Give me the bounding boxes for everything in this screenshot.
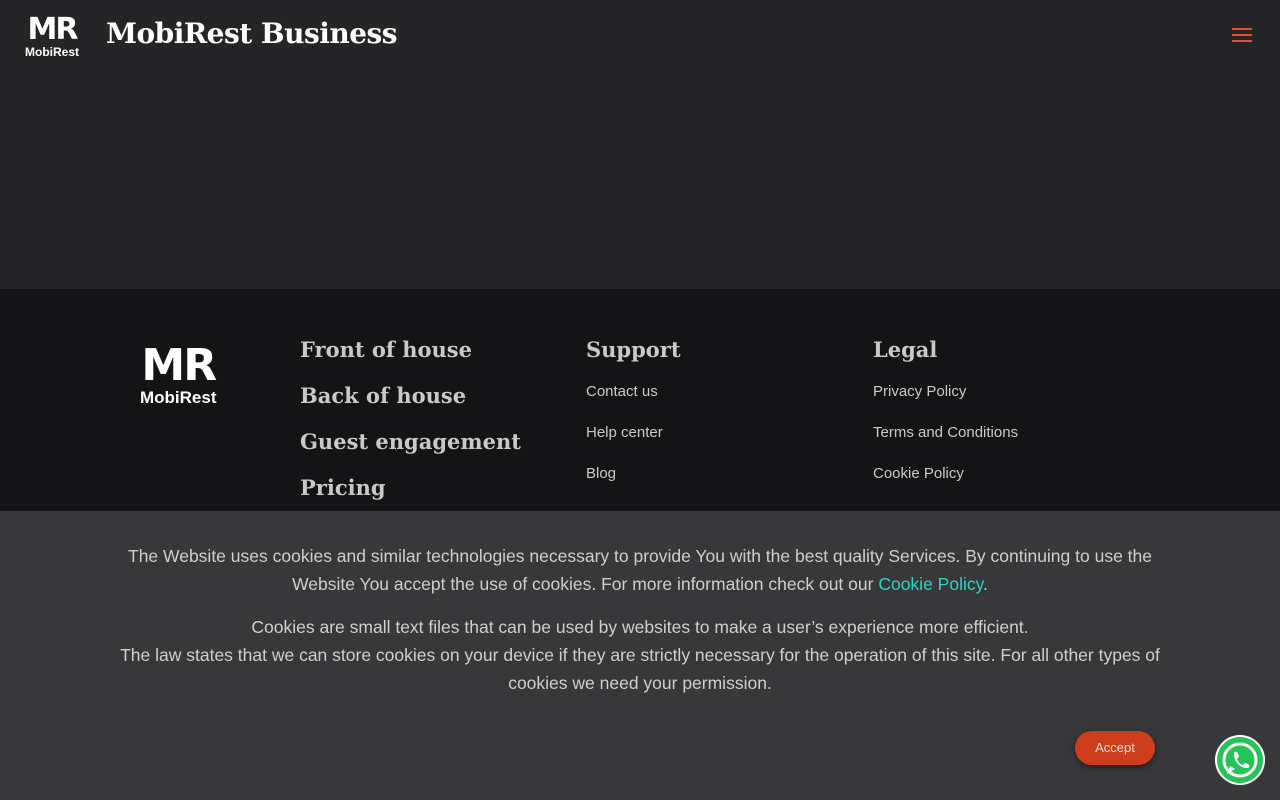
footer-link-blog[interactable]: Blog [586,465,681,506]
footer-link-terms[interactable]: Terms and Conditions [873,424,1018,465]
footer-link-privacy-policy[interactable]: Privacy Policy [873,383,1018,424]
footer-link-back-of-house[interactable]: Back of house [300,383,521,429]
accept-cookies-button[interactable]: Accept [1075,731,1155,765]
footer-support: Support Contact us Help center Blog [586,337,681,506]
footer-logo[interactable]: MR MobiRest [140,340,217,407]
cookie-policy-link[interactable]: Cookie Policy [878,574,983,594]
footer-link-help-center[interactable]: Help center [586,424,681,465]
footer-nav: Front of house Back of house Guest engag… [300,337,521,521]
logo-mark: MR [27,12,79,47]
footer-link-cookie-policy[interactable]: Cookie Policy [873,465,1018,506]
logo-text: MobiRest [25,45,79,59]
menu-button[interactable] [1232,28,1252,42]
whatsapp-icon [1222,742,1258,778]
whatsapp-button[interactable] [1215,735,1265,785]
hamburger-menu-icon-bar [1232,34,1252,36]
cookie-notice-end: . [983,574,988,594]
footer-link-contact-us[interactable]: Contact us [586,383,681,424]
logo-mark: MR [141,340,217,391]
site-header: MR MobiRest MobiRest Business [0,0,1280,70]
cookie-explanation-line1: Cookies are small text files that can be… [251,617,1029,637]
header-logo[interactable]: MR MobiRest [25,12,79,59]
cookie-explanation-line2: The law states that we can store cookies… [120,645,1160,693]
footer-legal: Legal Privacy Policy Terms and Condition… [873,337,1018,506]
footer-link-front-of-house[interactable]: Front of house [300,337,521,383]
logo-text: MobiRest [140,388,217,407]
legal-title: Legal [873,337,938,362]
brand-name[interactable]: MobiRest Business [106,17,398,50]
support-title: Support [586,337,681,362]
cookie-notice-body: The Website uses cookies and similar tec… [128,546,1152,594]
hamburger-menu-icon [1232,28,1252,30]
hamburger-menu-icon-bar [1232,40,1252,42]
cookie-explanation: Cookies are small text files that can be… [110,613,1170,697]
cookie-notice-text: The Website uses cookies and similar tec… [120,542,1160,598]
cookie-banner: The Website uses cookies and similar tec… [0,511,1280,800]
footer-link-guest-engagement[interactable]: Guest engagement [300,429,521,475]
